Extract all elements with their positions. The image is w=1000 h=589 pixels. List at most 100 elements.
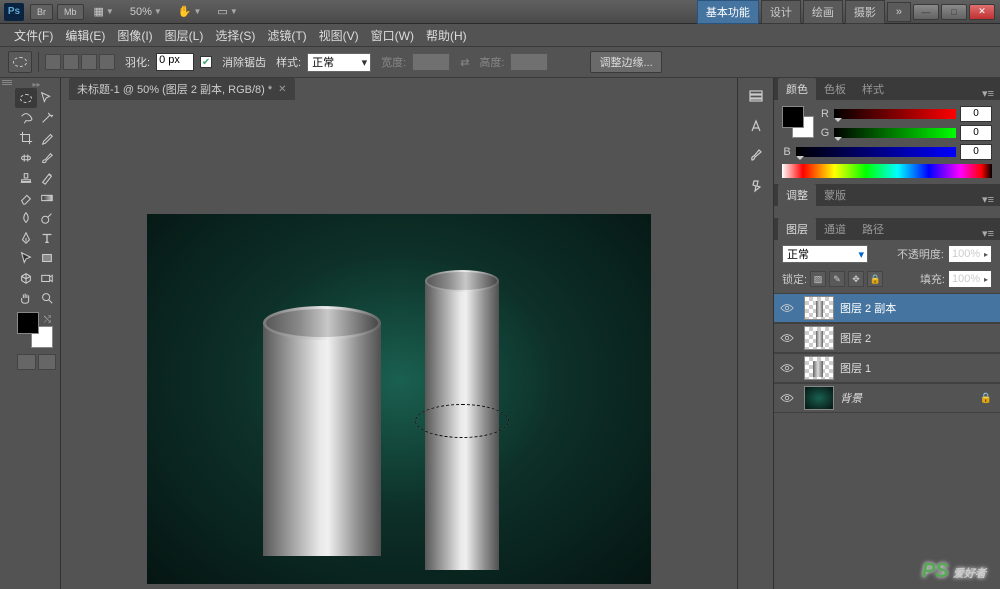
- layer-thumb[interactable]: [804, 356, 834, 380]
- panel-fg-swatch[interactable]: [782, 106, 804, 128]
- crop-tool[interactable]: [15, 128, 37, 148]
- style-select[interactable]: 正常: [307, 53, 371, 72]
- workspace-more[interactable]: »: [887, 2, 911, 22]
- move-tool[interactable]: [37, 88, 59, 108]
- canvas[interactable]: [147, 214, 651, 584]
- tool-collapse-grip[interactable]: [2, 80, 12, 86]
- history-brush-tool[interactable]: [37, 168, 59, 188]
- tab-masks[interactable]: 蒙版: [816, 184, 854, 206]
- workspace-paint[interactable]: 绘画: [803, 0, 843, 24]
- menu-filter[interactable]: 滤镜(T): [261, 27, 312, 44]
- minibridge-button[interactable]: Mb: [57, 4, 84, 20]
- opacity-input[interactable]: 100%▸: [948, 245, 992, 263]
- tab-paths[interactable]: 路径: [854, 218, 892, 240]
- tab-swatches[interactable]: 色板: [816, 78, 854, 100]
- window-maximize[interactable]: □: [941, 4, 967, 20]
- layers-panel-menu[interactable]: ▾≡: [976, 227, 1000, 240]
- document-tab[interactable]: 未标题-1 @ 50% (图层 2 副本, RGB/8) * ✕: [69, 78, 295, 100]
- layer-row[interactable]: 图层 1: [774, 353, 1000, 383]
- color-swatches[interactable]: ⤭: [17, 312, 53, 348]
- visibility-icon[interactable]: [774, 393, 800, 403]
- adjust-panel-menu[interactable]: ▾≡: [976, 193, 1000, 206]
- layer-thumb[interactable]: [804, 296, 834, 320]
- camera-tool[interactable]: [37, 268, 59, 288]
- brush-tool[interactable]: [37, 148, 59, 168]
- visibility-icon[interactable]: [774, 363, 800, 373]
- feather-input[interactable]: 0 px: [156, 53, 194, 71]
- visibility-icon[interactable]: [774, 303, 800, 313]
- menu-image[interactable]: 图像(I): [111, 27, 158, 44]
- layer-row[interactable]: 背景 🔒: [774, 383, 1000, 413]
- character-panel-icon[interactable]: [745, 116, 767, 136]
- layer-thumb[interactable]: [804, 386, 834, 410]
- lock-pos-icon[interactable]: ✥: [848, 271, 864, 287]
- dodge-tool[interactable]: [37, 208, 59, 228]
- blur-tool[interactable]: [15, 208, 37, 228]
- path-select-tool[interactable]: [15, 248, 37, 268]
- canvas-area[interactable]: [61, 100, 737, 589]
- current-tool-icon[interactable]: [8, 51, 32, 73]
- zoom-tool[interactable]: [37, 288, 59, 308]
- antialias-checkbox[interactable]: ✔: [200, 56, 212, 68]
- g-value[interactable]: 0: [960, 125, 992, 141]
- fg-color-swatch[interactable]: [17, 312, 39, 334]
- visibility-icon[interactable]: [774, 333, 800, 343]
- quickmask-mode[interactable]: [38, 354, 57, 370]
- pen-tool[interactable]: [15, 228, 37, 248]
- lock-all-icon[interactable]: 🔒: [867, 271, 883, 287]
- selection-mode-icons[interactable]: [45, 54, 115, 70]
- lasso-tool[interactable]: [15, 108, 37, 128]
- history-panel-icon[interactable]: [745, 86, 767, 106]
- g-slider[interactable]: [834, 128, 956, 138]
- toolbox-grip[interactable]: ▸▸: [15, 80, 58, 88]
- close-tab-icon[interactable]: ✕: [278, 84, 286, 95]
- b-value[interactable]: 0: [960, 144, 992, 160]
- r-slider[interactable]: [834, 109, 956, 119]
- tab-layers[interactable]: 图层: [778, 218, 816, 240]
- menu-select[interactable]: 选择(S): [209, 27, 261, 44]
- eyedropper-tool[interactable]: [37, 128, 59, 148]
- layer-name[interactable]: 图层 2 副本: [838, 300, 896, 316]
- menu-view[interactable]: 视图(V): [313, 27, 365, 44]
- tab-color[interactable]: 颜色: [778, 78, 816, 100]
- sel-add-icon[interactable]: [63, 54, 79, 70]
- menu-edit[interactable]: 编辑(E): [59, 27, 111, 44]
- gradient-tool[interactable]: [37, 188, 59, 208]
- shape-tool[interactable]: [37, 248, 59, 268]
- lock-pixels-icon[interactable]: ✎: [829, 271, 845, 287]
- wand-tool[interactable]: [37, 108, 59, 128]
- menu-layer[interactable]: 图层(L): [159, 27, 210, 44]
- screen-mode-dropdown[interactable]: ▭▼: [213, 3, 241, 20]
- bridge-button[interactable]: Br: [30, 4, 53, 20]
- color-panel-menu[interactable]: ▾≡: [976, 87, 1000, 100]
- brushes-panel-icon[interactable]: [745, 146, 767, 166]
- layer-name[interactable]: 背景: [838, 390, 862, 406]
- 3d-tool[interactable]: [15, 268, 37, 288]
- stamp-tool[interactable]: [15, 168, 37, 188]
- tool-presets-icon[interactable]: [745, 176, 767, 196]
- sel-new-icon[interactable]: [45, 54, 61, 70]
- blend-mode-select[interactable]: 正常: [782, 245, 868, 263]
- r-value[interactable]: 0: [960, 106, 992, 122]
- window-close[interactable]: ✕: [969, 4, 995, 20]
- refine-edge-button[interactable]: 调整边缘...: [590, 51, 661, 73]
- menu-file[interactable]: 文件(F): [8, 27, 59, 44]
- standard-mode[interactable]: [17, 354, 36, 370]
- b-slider[interactable]: [796, 147, 956, 157]
- type-tool[interactable]: [37, 228, 59, 248]
- lock-trans-icon[interactable]: ▨: [810, 271, 826, 287]
- sel-int-icon[interactable]: [99, 54, 115, 70]
- tab-adjustments[interactable]: 调整: [778, 184, 816, 206]
- sel-sub-icon[interactable]: [81, 54, 97, 70]
- window-minimize[interactable]: —: [913, 4, 939, 20]
- menu-window[interactable]: 窗口(W): [365, 27, 420, 44]
- spectrum-bar[interactable]: [782, 164, 992, 178]
- heal-tool[interactable]: [15, 148, 37, 168]
- tab-styles[interactable]: 样式: [854, 78, 892, 100]
- menu-help[interactable]: 帮助(H): [420, 27, 473, 44]
- swap-colors-icon[interactable]: ⤭: [44, 314, 51, 325]
- layer-row[interactable]: 图层 2 副本: [774, 293, 1000, 323]
- marquee-tool[interactable]: [15, 88, 37, 108]
- hand-dropdown[interactable]: ✋▼: [174, 3, 206, 20]
- fill-input[interactable]: 100%▸: [948, 270, 992, 288]
